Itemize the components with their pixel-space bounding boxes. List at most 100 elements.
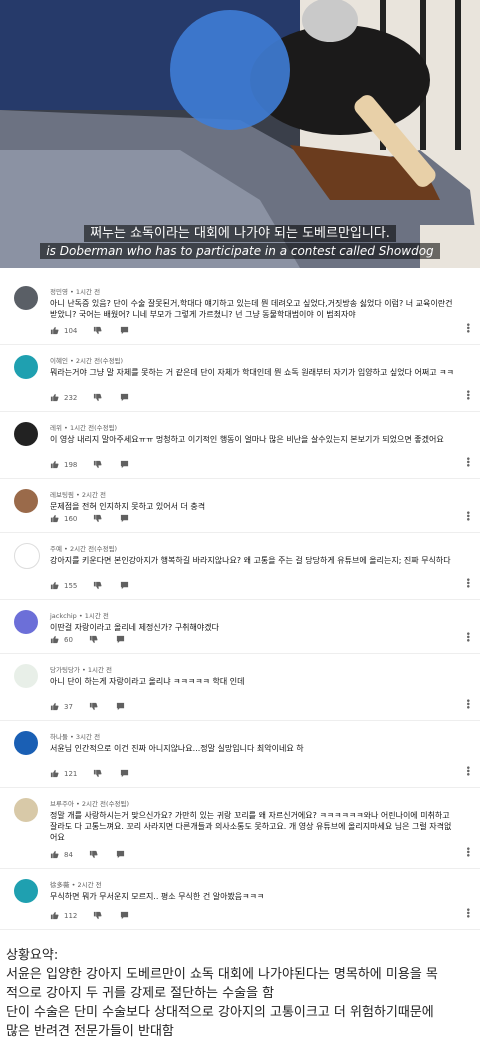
comment-text: 정말 개를 사랑하시는거 맞으신가요? 가만히 있는 귀랑 꼬리를 왜 자르신거… [50, 811, 452, 842]
reply-button[interactable] [116, 635, 125, 644]
video-frame[interactable]: 쩌누는 쇼독이라는 대회에 나가야 되는 도베르만입니다. is Doberma… [0, 0, 480, 268]
dislike-button[interactable] [93, 769, 102, 778]
comment-actions: 60 [50, 635, 125, 644]
thumbs-down-icon [94, 911, 102, 920]
dislike-button[interactable] [93, 514, 102, 523]
comment-author[interactable]: 주예 [50, 545, 62, 553]
like-button[interactable]: 232 [50, 393, 77, 402]
like-button[interactable]: 84 [50, 850, 73, 859]
comment-author[interactable]: 브루주아 [50, 800, 74, 808]
more-options-icon[interactable]: ••• [462, 631, 472, 641]
dislike-button[interactable] [89, 850, 98, 859]
comment-author[interactable]: 정민영 [50, 288, 68, 296]
avatar[interactable] [14, 731, 38, 755]
reply-button[interactable] [120, 769, 129, 778]
dislike-button[interactable] [93, 326, 102, 335]
comment-time: 1시간 전 [84, 612, 109, 620]
dislike-button[interactable] [89, 635, 98, 644]
reply-icon [121, 769, 129, 778]
avatar[interactable] [14, 286, 38, 310]
reply-icon [116, 850, 125, 859]
subtitle-korean: 쩌누는 쇼독이라는 대회에 나가야 되는 도베르만입니다. [0, 222, 480, 242]
avatar[interactable] [14, 422, 38, 446]
meta-separator: • [67, 733, 76, 741]
like-button[interactable]: 160 [50, 514, 77, 523]
meta-separator: • [67, 288, 76, 296]
like-button[interactable]: 104 [50, 326, 77, 335]
reply-button[interactable] [116, 702, 125, 711]
thumbs-up-icon [50, 702, 59, 711]
meta-separator: • [73, 800, 82, 808]
comment-item: 레보팅림 • 2시간 전문제점을 전혀 인지하지 못하고 있어서 더 충격 160… [0, 479, 480, 533]
reply-button[interactable] [120, 581, 129, 590]
comment-item: 당가팅당가 • 1시간 전 아니 단이 하는게 자랑이라고 올리냐 ㅋㅋㅋㅋㅋ 학… [0, 654, 480, 721]
like-button[interactable]: 155 [50, 581, 77, 590]
comment-actions: 232 [50, 393, 129, 402]
comment-author[interactable]: 하나둘 [50, 733, 68, 741]
more-options-icon[interactable]: ••• [462, 907, 472, 917]
comment-meta: 레보팅림 • 2시간 전 [50, 489, 106, 499]
more-options-icon[interactable]: ••• [462, 698, 472, 708]
more-options-icon[interactable]: ••• [462, 765, 472, 775]
like-count: 60 [64, 635, 73, 644]
comment-time: 1시간 전(수정됨) [69, 424, 118, 432]
comment-author[interactable]: 이혜인 [50, 357, 68, 365]
avatar[interactable] [14, 798, 38, 822]
comment-text: 문제점을 전혀 인지하지 못하고 있어서 더 충격 [50, 502, 206, 511]
meta-separator: • [76, 612, 85, 620]
more-options-icon[interactable]: ••• [462, 389, 472, 399]
comment-author[interactable]: 레보팅림 [50, 491, 74, 499]
like-button[interactable]: 198 [50, 460, 77, 469]
reply-button[interactable] [120, 393, 129, 402]
comment-item: 하나둘 • 3시간 전서윤님 인간적으로 이건 진짜 아니지않나요...정말 실… [0, 721, 480, 788]
comment-text: 서윤님 인간적으로 이건 진짜 아니지않나요...정말 실망입니다 최악이네요 … [50, 744, 304, 753]
more-options-icon[interactable]: ••• [462, 846, 472, 856]
dislike-button[interactable] [93, 581, 102, 590]
more-options-icon[interactable]: ••• [462, 577, 472, 587]
more-options-icon[interactable]: ••• [462, 510, 472, 520]
meta-separator: • [61, 545, 70, 553]
dislike-button[interactable] [93, 911, 102, 920]
comment-time: 3시간 전 [75, 733, 101, 741]
avatar[interactable] [14, 355, 38, 379]
comment-text: 이 영상 내리지 말아주세요ㅠㅠ 멍청하고 이기적인 행동이 얼마나 많은 비난… [50, 435, 444, 444]
comment-meta: 주예 • 2시간 전(수정됨) [50, 543, 117, 553]
meta-separator: • [67, 357, 76, 365]
thumbs-up-icon [50, 460, 59, 469]
reply-button[interactable] [120, 911, 129, 920]
like-button[interactable]: 37 [50, 702, 73, 711]
comment-text: 이딴걸 자랑이라고 올리네 제정신가? 구취해야겠다 [50, 623, 219, 632]
reply-button[interactable] [120, 514, 129, 523]
avatar[interactable] [14, 879, 38, 903]
avatar[interactable] [14, 664, 38, 688]
like-count: 112 [64, 911, 78, 920]
like-button[interactable]: 121 [50, 769, 77, 778]
comment-meta: jackchip • 1시간 전 [50, 610, 109, 620]
meta-separator: • [73, 491, 82, 499]
comment-author[interactable]: 徐多薇 [50, 881, 70, 889]
comment-item: 徐多薇 • 2시간 전 무식하면 뭐가 무서운지 모르지.. 평소 무식한 건 알… [0, 869, 480, 930]
comment-text: 아니 난독증 있음? 단이 수술 잘못된거,학대다 얘기하고 있는데 뭔 데려오… [50, 299, 453, 319]
comment-author[interactable]: 당가팅당가 [50, 666, 80, 674]
dislike-button[interactable] [93, 393, 102, 402]
like-count: 121 [64, 769, 78, 778]
thumbs-down-icon [94, 393, 102, 402]
comment-time: 2시간 전(수정됨) [81, 800, 130, 808]
more-options-icon[interactable]: ••• [462, 322, 472, 332]
reply-button[interactable] [120, 460, 129, 469]
dislike-button[interactable] [89, 702, 98, 711]
comment-author[interactable]: jackchip [50, 612, 77, 620]
thumbs-up-icon [50, 581, 59, 590]
more-options-icon[interactable]: ••• [462, 456, 472, 466]
avatar[interactable] [14, 543, 40, 569]
thumbs-up-icon [50, 769, 59, 778]
comment-author[interactable]: 레위 [50, 424, 62, 432]
reply-button[interactable] [120, 326, 129, 335]
avatar[interactable] [14, 489, 38, 513]
reply-button[interactable] [116, 850, 125, 859]
avatar[interactable] [14, 610, 38, 634]
thumbs-down-icon [94, 769, 102, 778]
dislike-button[interactable] [93, 460, 102, 469]
like-button[interactable]: 60 [50, 635, 73, 644]
like-button[interactable]: 112 [50, 911, 77, 920]
